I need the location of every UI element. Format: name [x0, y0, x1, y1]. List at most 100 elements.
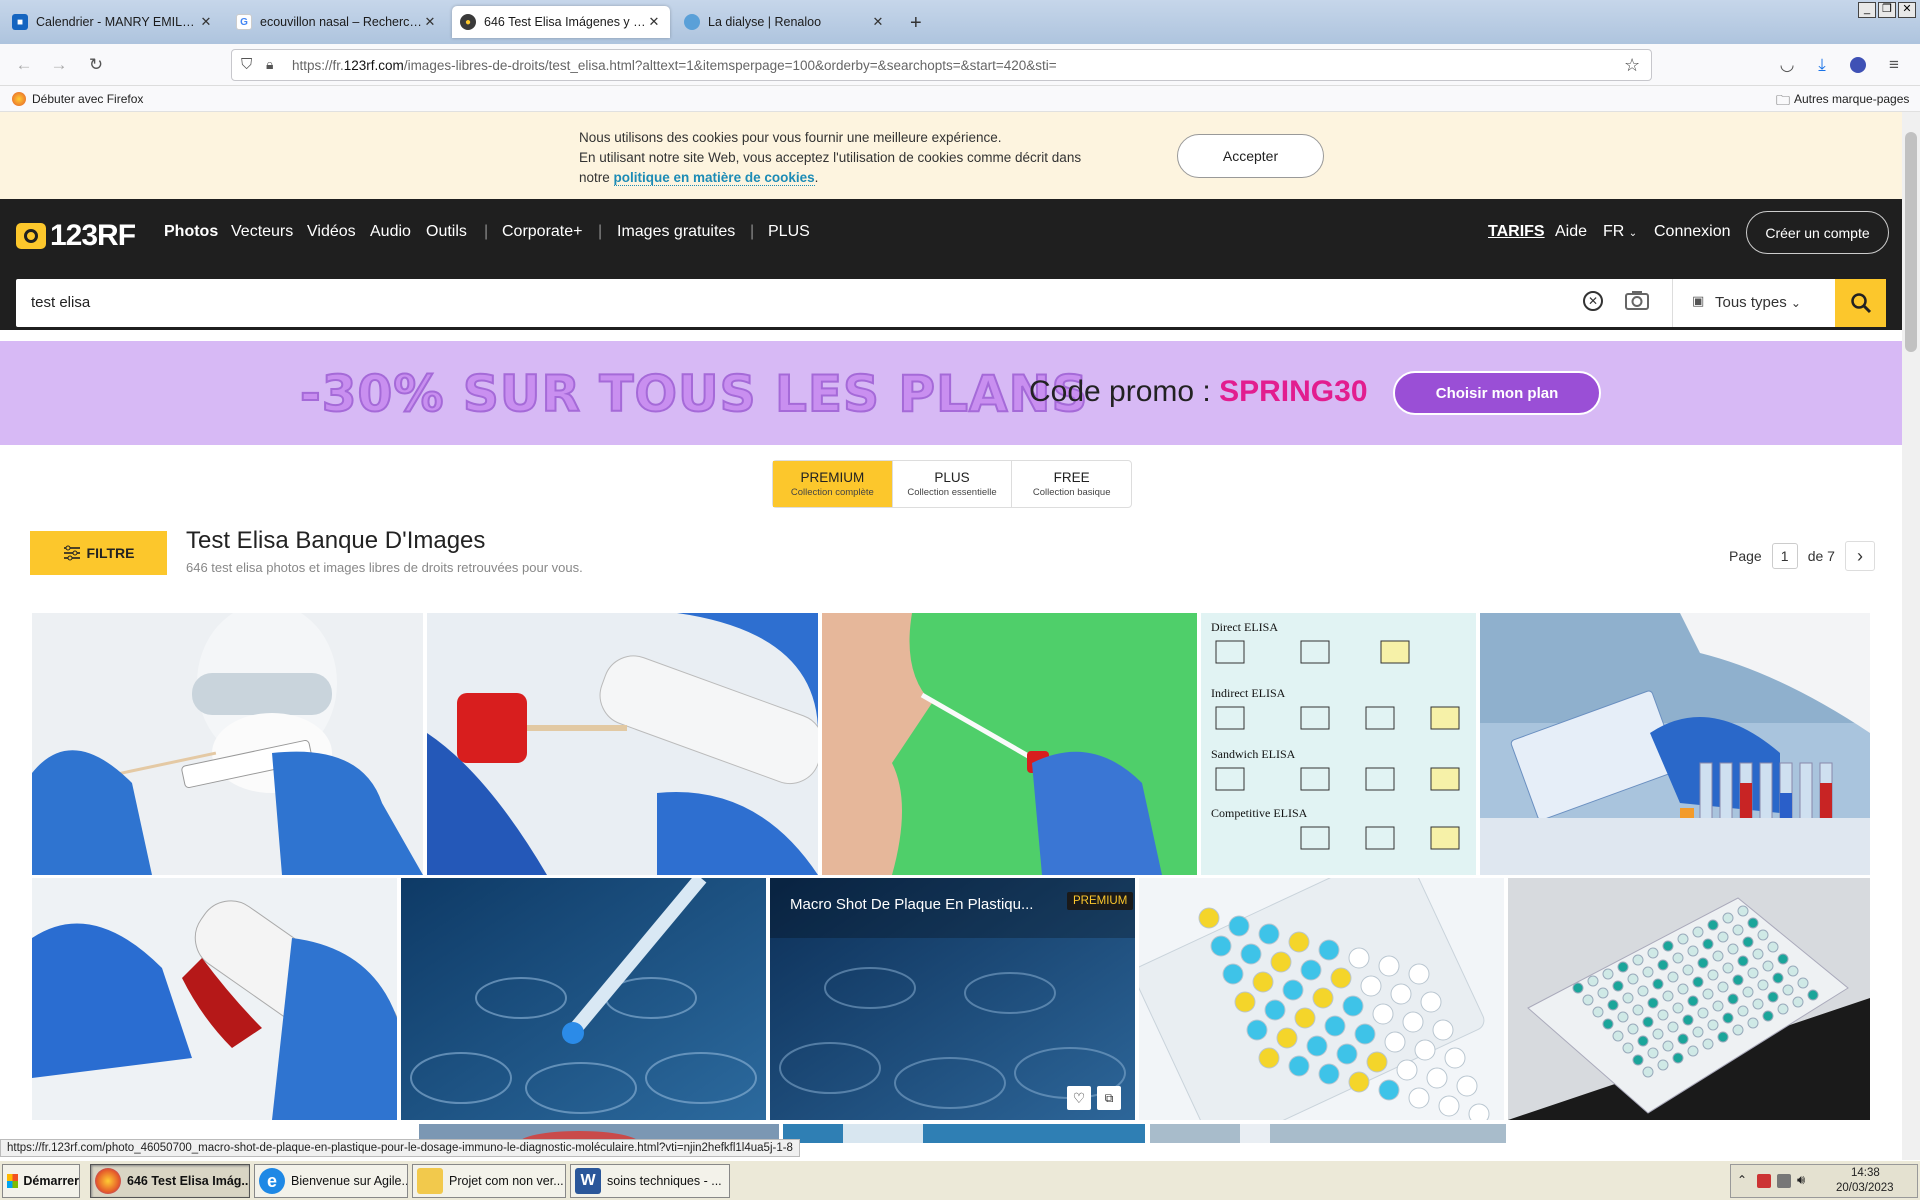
taskbar-item-ie[interactable]: e Bienvenue sur Agile... — [254, 1164, 408, 1198]
new-tab-button[interactable]: + — [910, 12, 922, 35]
nav-photos[interactable]: Photos — [164, 223, 218, 241]
shield-icon[interactable]: ⛉ — [241, 56, 252, 73]
image-result-partial[interactable] — [1150, 1124, 1506, 1143]
well — [1717, 931, 1729, 943]
nav-outils[interactable]: Outils — [426, 223, 467, 241]
download-icon[interactable]: ⤓ — [1810, 53, 1834, 77]
nav-audio[interactable]: Audio — [370, 223, 411, 241]
pocket-icon[interactable]: ◡ — [1775, 53, 1799, 77]
nav-aide[interactable]: Aide — [1555, 223, 1587, 241]
heart-icon[interactable]: ♡ — [1067, 1086, 1091, 1110]
well — [1258, 1047, 1280, 1069]
well — [1622, 1042, 1634, 1054]
image-result-macro-plate-hover[interactable]: Macro Shot De Plaque En Plastiqu... PREM… — [770, 878, 1135, 1120]
choose-plan-button[interactable]: Choisir mon plan — [1393, 371, 1601, 415]
collection-premium[interactable]: PREMIUM Collection complète — [773, 461, 893, 507]
taskbar-item-folder[interactable]: Projet com non ver... — [412, 1164, 566, 1198]
lock-icon[interactable]: 🔒︎ — [266, 56, 273, 73]
similar-images-icon[interactable]: ⧉ — [1097, 1086, 1121, 1110]
account-icon[interactable] — [1846, 53, 1870, 77]
tab-renaloo[interactable]: La dialyse | Renaloo ✕ — [676, 6, 894, 38]
well — [1752, 998, 1764, 1010]
security-tray-icon[interactable] — [1757, 1174, 1771, 1188]
well — [1797, 977, 1809, 989]
clear-search-icon[interactable]: ✕ — [1583, 291, 1603, 311]
well — [1348, 947, 1370, 969]
url-bar[interactable]: ⛉ 🔒︎ https://fr.123rf.com/images-libres-… — [231, 49, 1652, 81]
taskbar-item-firefox[interactable]: 646 Test Elisa Imág... — [90, 1164, 250, 1198]
type-select[interactable]: Tous types ⌄ — [1715, 294, 1801, 311]
scrollbar-thumb[interactable] — [1905, 132, 1917, 352]
close-icon[interactable]: ✕ — [870, 14, 886, 30]
well — [1712, 950, 1724, 962]
bookmark-others[interactable]: Autres marque-pages — [1794, 92, 1909, 106]
logo[interactable]: 123RF — [16, 219, 136, 253]
create-account-button[interactable]: Créer un compte — [1746, 211, 1889, 254]
collection-free[interactable]: FREE Collection basique — [1012, 461, 1131, 507]
nav-vecteurs[interactable]: Vecteurs — [231, 223, 293, 241]
restore-icon[interactable]: ❐ — [1878, 2, 1896, 18]
well — [1707, 969, 1719, 981]
nav-images-gratuites[interactable]: Images gratuites — [617, 223, 735, 241]
well — [1572, 982, 1584, 994]
image-result-covid-swab-woman[interactable] — [32, 613, 423, 875]
page-scrollbar[interactable] — [1902, 112, 1920, 1160]
nav-tarifs[interactable]: TARIFS — [1488, 223, 1545, 241]
accept-cookies-button[interactable]: Accepter — [1177, 134, 1324, 178]
image-result-yellow-blue-wells[interactable] — [1139, 878, 1504, 1120]
forward-arrow-icon[interactable]: → — [47, 53, 71, 77]
clock-date[interactable]: 20/03/2023 — [1836, 1182, 1894, 1194]
language-selector[interactable]: FR ⌄ — [1603, 223, 1637, 241]
tab-calendrier[interactable]: ■ Calendrier - MANRY EMILIE (en ✕ — [4, 6, 222, 38]
search-bar: test elisa ✕ ▣ Tous types ⌄ — [16, 279, 1886, 327]
promo-banner[interactable]: -30% SUR TOUS LES PLANS Code promo : SPR… — [0, 341, 1902, 445]
taskbar-item-word[interactable]: W soins techniques - ... — [570, 1164, 730, 1198]
search-input[interactable]: test elisa — [31, 294, 90, 311]
page-input[interactable]: 1 — [1771, 543, 1798, 569]
close-window-icon[interactable]: ✕ — [1898, 2, 1916, 18]
minimize-icon[interactable]: _ — [1858, 2, 1876, 18]
collection-plus[interactable]: PLUS Collection essentielle — [893, 461, 1013, 507]
nav-corporate[interactable]: Corporate+ — [502, 223, 583, 241]
close-icon[interactable]: ✕ — [198, 14, 214, 30]
start-button[interactable]: Démarrer — [2, 1164, 80, 1198]
well — [1677, 983, 1689, 995]
image-result-partial[interactable] — [783, 1124, 1145, 1143]
bookmark-debuter[interactable]: Débuter avec Firefox — [32, 92, 143, 106]
nav-connexion[interactable]: Connexion — [1654, 223, 1731, 241]
close-icon[interactable]: ✕ — [646, 14, 662, 30]
star-bookmark-icon[interactable]: ☆ — [1624, 55, 1640, 76]
cookie-policy-link[interactable]: politique en matière de cookies — [613, 170, 815, 186]
tray-expand-icon[interactable]: ⌃ — [1737, 1173, 1747, 1187]
back-arrow-icon[interactable]: ← — [12, 53, 36, 77]
image-result-covid-swab-tube[interactable] — [427, 613, 818, 875]
clock-time[interactable]: 14:38 — [1851, 1167, 1880, 1179]
image-result-lab-microplate[interactable] — [1480, 613, 1870, 875]
url-text[interactable]: https://fr.123rf.com/images-libres-de-dr… — [292, 58, 1057, 73]
well — [1468, 1103, 1490, 1120]
well — [1234, 991, 1256, 1013]
image-result-green-microplate[interactable] — [1508, 878, 1870, 1120]
well — [1408, 1087, 1430, 1109]
tab-title: Calendrier - MANRY EMILIE (en — [36, 15, 198, 29]
image-result-nasal-swab-green[interactable] — [822, 613, 1197, 875]
nav-plus[interactable]: PLUS — [768, 223, 810, 241]
image-result-blood-test-tube[interactable] — [32, 878, 397, 1120]
volume-icon[interactable]: 🔊︎ — [1797, 1172, 1805, 1188]
close-icon[interactable]: ✕ — [422, 14, 438, 30]
well — [1617, 1011, 1629, 1023]
image-result-elisa-diagram[interactable]: Direct ELISA Indirect ELISA Sandwich ELI… — [1201, 613, 1476, 875]
well — [1402, 1011, 1424, 1033]
well — [1732, 924, 1744, 936]
tab-123rf[interactable]: ● 646 Test Elisa Imágenes y Fotos ✕ — [452, 6, 670, 38]
nav-videos[interactable]: Vidéos — [307, 223, 356, 241]
reload-icon[interactable]: ↻ — [84, 53, 108, 77]
next-page-icon[interactable]: › — [1844, 541, 1875, 571]
network-tray-icon[interactable] — [1777, 1174, 1791, 1188]
filter-button[interactable]: FILTRE — [30, 531, 167, 575]
camera-search-icon[interactable] — [1624, 289, 1650, 311]
tab-google-search[interactable]: G ecouvillon nasal – Recherche Go ✕ — [228, 6, 446, 38]
menu-hamburger-icon[interactable]: ≡ — [1882, 53, 1906, 77]
image-result-pipette-blue[interactable] — [401, 878, 766, 1120]
search-button[interactable] — [1835, 279, 1886, 327]
